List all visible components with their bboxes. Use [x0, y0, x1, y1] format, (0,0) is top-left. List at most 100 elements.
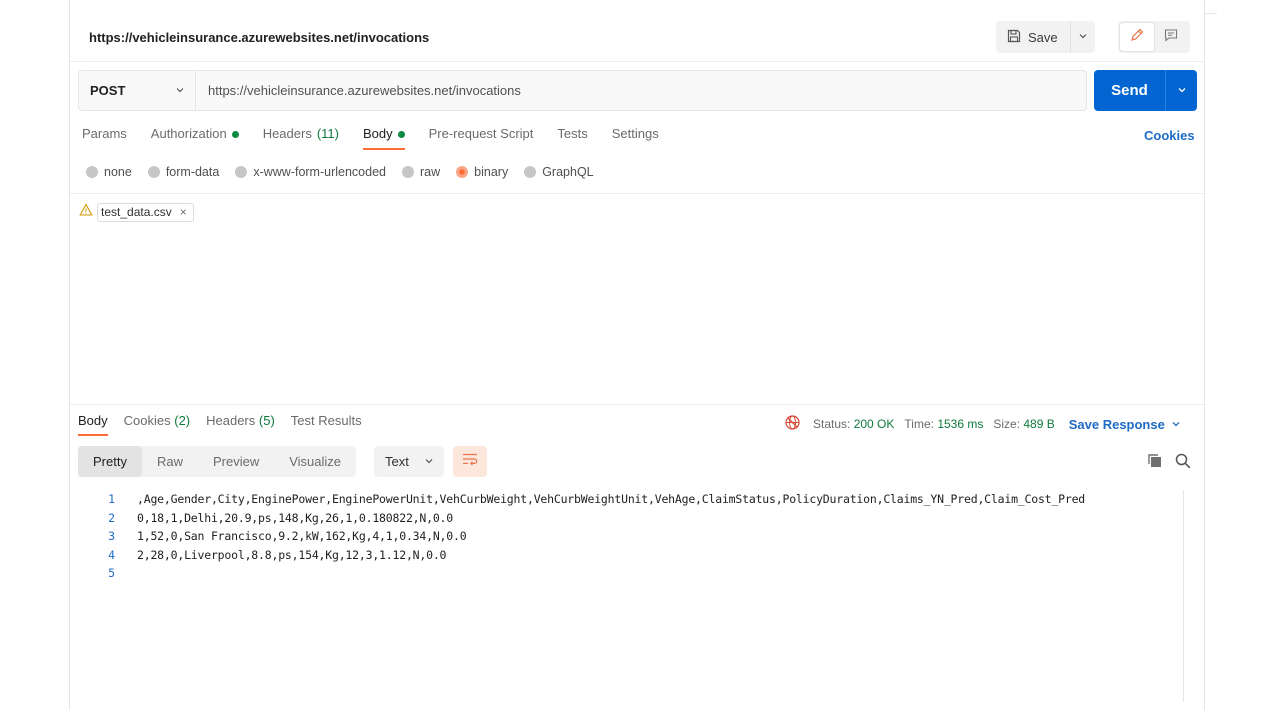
time-info[interactable]: Time: 1536 ms	[904, 417, 983, 431]
divider	[70, 193, 1204, 194]
body-type-binary[interactable]: binary	[456, 165, 508, 179]
response-tab-test-results[interactable]: Test Results	[291, 413, 362, 437]
status-info[interactable]: Status: 200 OK	[813, 417, 894, 431]
line-text: 1,52,0,San Francisco,9.2,kW,162,Kg,4,1,0…	[137, 529, 467, 544]
radio-circle	[235, 166, 248, 178]
chevron-down-icon	[1171, 417, 1181, 432]
body-type-graphql[interactable]: GraphQL	[524, 165, 594, 179]
wrap-lines-icon	[461, 451, 479, 472]
tab-count: (11)	[316, 126, 339, 141]
view-pretty[interactable]: Pretty	[78, 446, 142, 477]
radio-label: raw	[420, 165, 441, 179]
response-view-toggle: Pretty Raw Preview Visualize	[78, 446, 357, 477]
line-number: 2	[108, 510, 115, 525]
save-response-label: Save Response	[1068, 416, 1165, 432]
search-icon[interactable]	[1174, 452, 1192, 475]
response-tab-cookies[interactable]: Cookies (2)	[124, 413, 190, 437]
radio-circle	[147, 166, 160, 178]
code-line: 4 2,28,0,Liverpool,8.8,ps,154,Kg,12,3,1.1…	[78, 546, 1182, 565]
send-options-button[interactable]	[1166, 70, 1197, 111]
divider	[70, 404, 1204, 405]
tab-label: Test Results	[290, 413, 362, 428]
tab-label: Tests	[557, 126, 588, 141]
view-visualize[interactable]: Visualize	[274, 446, 356, 477]
size-info[interactable]: Size: 489 B	[993, 417, 1054, 431]
body-type-options: none form-data x-www-form-urlencoded raw…	[86, 165, 610, 179]
method-select[interactable]: POST	[79, 71, 196, 110]
response-tab-body[interactable]: Body	[78, 413, 108, 437]
comments-button[interactable]	[1154, 23, 1188, 51]
chevron-down-icon	[1078, 28, 1088, 46]
vertical-scrollbar[interactable]	[1183, 490, 1184, 702]
size-label: Size:	[993, 417, 1021, 431]
edit-mode-button[interactable]	[1120, 23, 1154, 51]
response-body-editor[interactable]: 1 ,Age,Gender,City,EnginePower,EnginePowe…	[78, 490, 1182, 583]
request-title[interactable]: https://vehicleinsurance.azurewebsites.n…	[89, 30, 429, 45]
tab-authorization[interactable]: Authorization	[151, 126, 239, 152]
save-response-button[interactable]: Save Response	[1069, 417, 1181, 432]
view-preview[interactable]: Preview	[198, 446, 274, 477]
radio-label: form-data	[165, 165, 220, 179]
body-type-urlencoded[interactable]: x-www-form-urlencoded	[235, 165, 386, 179]
save-label: Save	[1028, 29, 1058, 45]
radio-circle-selected	[456, 166, 469, 178]
send-button[interactable]: Send	[1094, 70, 1166, 111]
save-button[interactable]: Save	[996, 21, 1071, 53]
remove-file-button[interactable]: ×	[180, 205, 187, 219]
chevron-down-icon	[175, 83, 185, 98]
cookies-link[interactable]: Cookies	[1144, 128, 1195, 143]
time-label: Time:	[904, 417, 934, 431]
request-tabs: Params Authorization Headers (11) Body Pr…	[82, 126, 683, 152]
chevron-down-icon	[424, 454, 434, 469]
floppy-disk-icon	[1006, 28, 1022, 47]
status-label: Status:	[813, 417, 851, 431]
tab-params[interactable]: Params	[82, 126, 127, 152]
tab-tests[interactable]: Tests	[557, 126, 587, 152]
response-format-select[interactable]: Text	[374, 446, 444, 477]
method-label: POST	[90, 83, 126, 98]
body-type-form-data[interactable]: form-data	[147, 165, 220, 179]
tab-settings[interactable]: Settings	[612, 126, 659, 152]
copy-icon[interactable]	[1146, 452, 1164, 475]
line-text: ,Age,Gender,City,EnginePower,EnginePower…	[137, 492, 1086, 507]
tab-headers[interactable]: Headers (11)	[263, 126, 339, 152]
globe-blocked-icon[interactable]	[784, 414, 801, 434]
send-button-group: Send	[1094, 70, 1197, 111]
tab-label: Body	[78, 413, 108, 428]
pencil-icon	[1129, 27, 1145, 48]
file-pill[interactable]: test_data.csv ×	[97, 202, 194, 222]
tab-body[interactable]: Body	[362, 126, 405, 152]
response-tabs: Body Cookies (2) Headers (5) Test Result…	[78, 413, 378, 437]
tab-label: Params	[82, 126, 127, 141]
radio-circle	[86, 166, 98, 178]
comment-icon	[1163, 27, 1179, 48]
code-line: 1 ,Age,Gender,City,EnginePower,EnginePowe…	[78, 490, 1182, 509]
radio-circle	[402, 166, 414, 178]
tab-label: Cookies	[123, 413, 171, 428]
warning-triangle-icon	[79, 202, 93, 222]
code-line: 5	[78, 564, 1182, 583]
url-input[interactable]	[196, 71, 1086, 110]
radio-label: binary	[474, 165, 509, 179]
format-label: Text	[385, 454, 409, 469]
tab-pre-request-script[interactable]: Pre-request Script	[429, 126, 534, 152]
radio-label: GraphQL	[542, 165, 594, 179]
line-text: 2,28,0,Liverpool,8.8,ps,154,Kg,12,3,1.12…	[137, 547, 447, 562]
time-value: 1536 ms	[937, 417, 984, 431]
response-tab-headers[interactable]: Headers (5)	[206, 413, 275, 437]
tab-count: (2)	[174, 413, 191, 428]
indicator-dot	[231, 131, 239, 138]
line-number: 4	[108, 547, 115, 562]
view-raw[interactable]: Raw	[142, 446, 198, 477]
wrap-lines-button[interactable]	[453, 446, 487, 477]
radio-circle	[524, 166, 537, 178]
radio-label: none	[104, 165, 132, 179]
radio-label: x-www-form-urlencoded	[253, 165, 386, 179]
status-value: 200 OK	[853, 417, 895, 431]
code-line: 3 1,52,0,San Francisco,9.2,kW,162,Kg,4,1,…	[78, 527, 1182, 546]
save-options-button[interactable]	[1071, 21, 1095, 53]
tab-label: Headers	[206, 413, 256, 428]
body-type-raw[interactable]: raw	[402, 165, 440, 179]
tab-label: Headers	[262, 126, 312, 141]
body-type-none[interactable]: none	[86, 165, 132, 179]
